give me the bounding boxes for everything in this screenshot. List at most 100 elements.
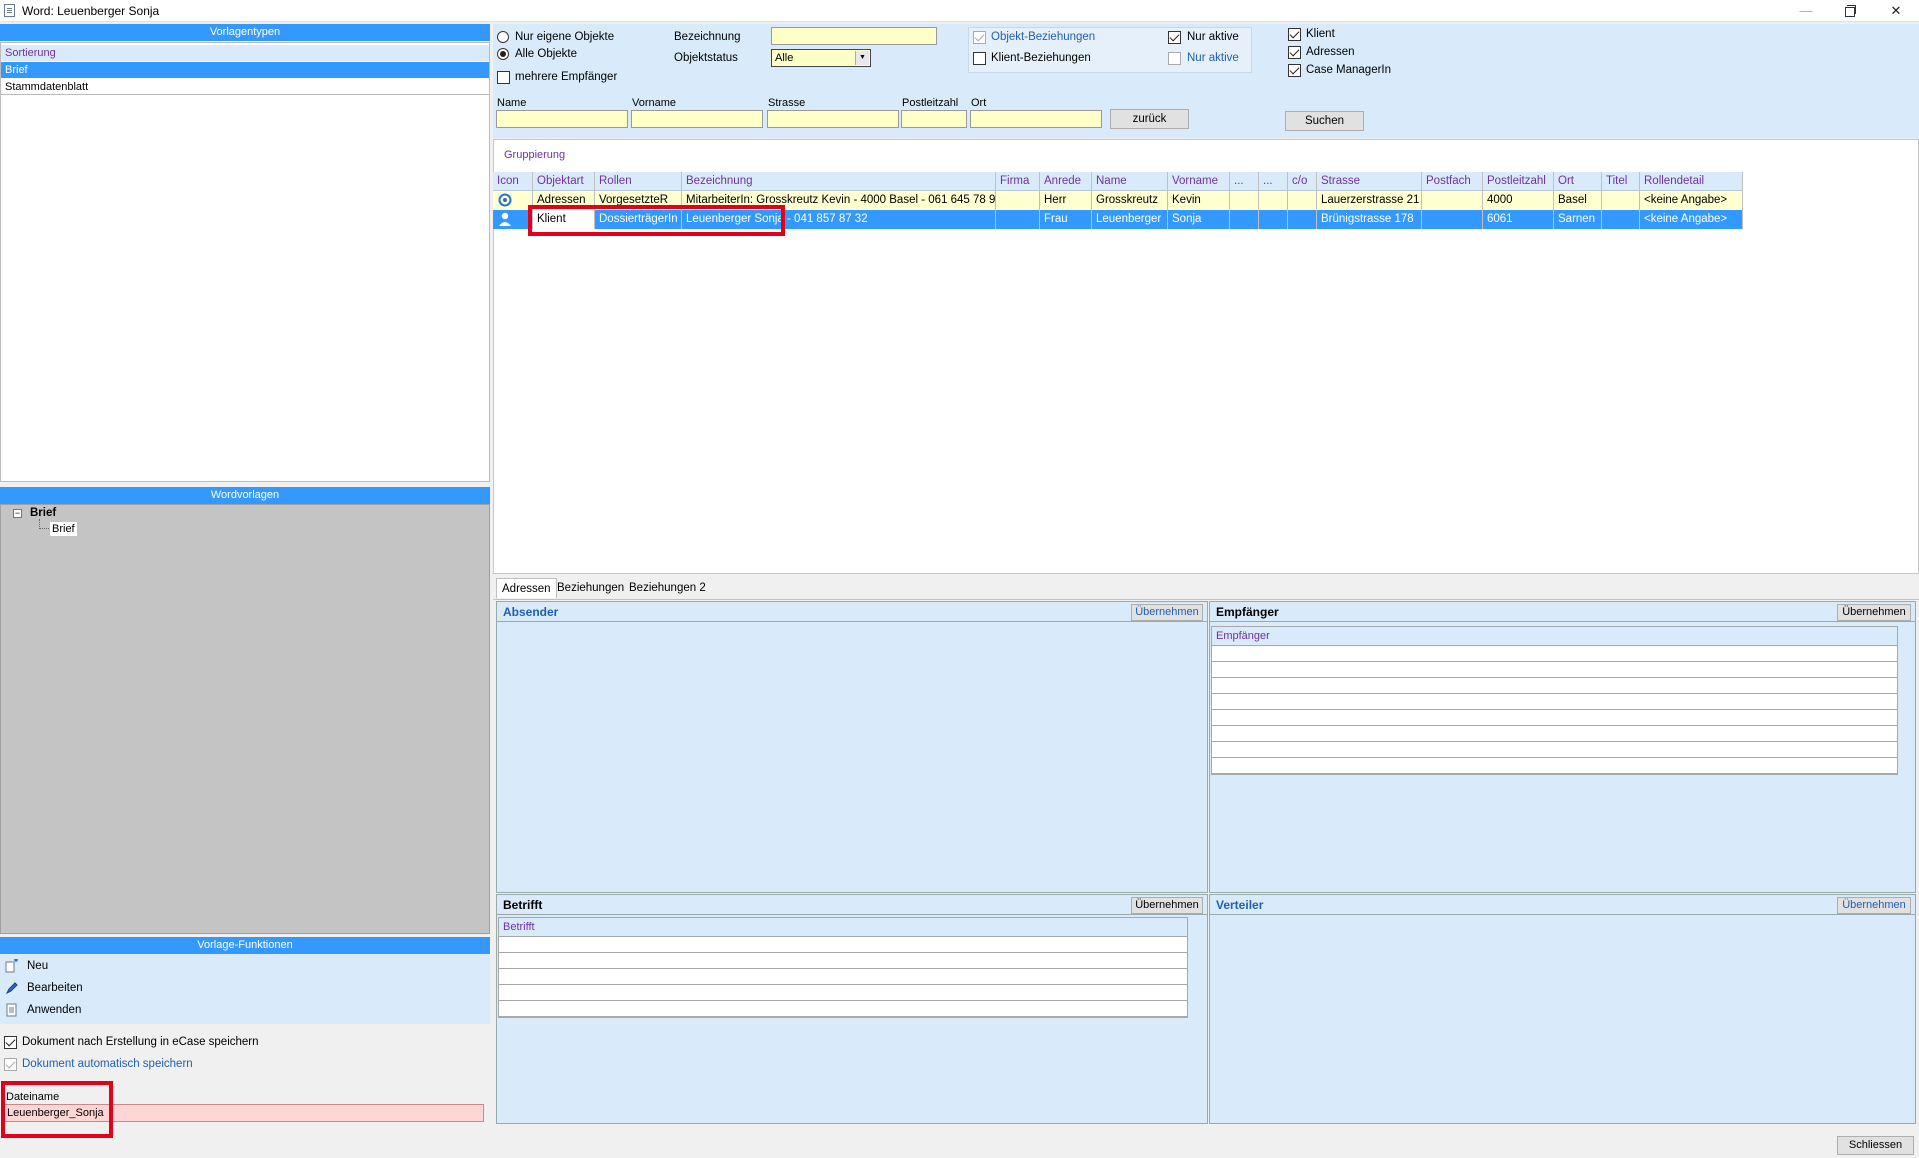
cell-name: Grosskreutz: [1092, 191, 1168, 210]
verteiler-uebernehmen-button[interactable]: Übernehmen: [1837, 897, 1911, 914]
col-anrede[interactable]: Anrede: [1040, 172, 1092, 190]
name-label: Name: [497, 97, 527, 109]
cell-dots-2: [1259, 191, 1288, 210]
mehrere-empfaenger-checkbox[interactable]: [497, 71, 510, 84]
verteiler-panel: Verteiler Übernehmen: [1209, 894, 1916, 1124]
betrifft-uebernehmen-button[interactable]: Übernehmen: [1131, 897, 1203, 914]
col-ort[interactable]: Ort: [1554, 172, 1602, 190]
tab-beziehungen-2[interactable]: Beziehungen 2: [624, 578, 711, 598]
col-firma[interactable]: Firma: [996, 172, 1040, 190]
list-item[interactable]: [1212, 758, 1897, 774]
col-objektart[interactable]: Objektart: [533, 172, 595, 190]
radio-nur-eigene-label: Nur eigene Objekte: [515, 31, 615, 43]
list-item[interactable]: [499, 985, 1187, 1001]
minimize-button[interactable]: —: [1783, 0, 1829, 22]
col-name[interactable]: Name: [1092, 172, 1168, 190]
list-item[interactable]: [1212, 678, 1897, 694]
list-item[interactable]: [1212, 742, 1897, 758]
strasse-input[interactable]: [767, 110, 899, 128]
col-dots-1[interactable]: ...: [1230, 172, 1259, 190]
empfaenger-column-header[interactable]: Empfänger: [1212, 627, 1897, 646]
klient-beziehungen-checkbox[interactable]: [973, 52, 986, 65]
tree-leaf-brief[interactable]: Brief: [50, 522, 77, 536]
col-rollen[interactable]: Rollen: [595, 172, 682, 190]
list-item[interactable]: [499, 953, 1187, 969]
list-item[interactable]: [1212, 662, 1897, 678]
vorname-input[interactable]: [631, 110, 763, 128]
name-input[interactable]: [496, 110, 628, 128]
empfaenger-grid: Empfänger: [1211, 626, 1898, 775]
auto-save-checkbox[interactable]: [4, 1058, 17, 1071]
schliessen-button[interactable]: Schliessen: [1837, 1136, 1914, 1155]
zurueck-button[interactable]: zurück: [1110, 109, 1189, 129]
col-postleitzahl[interactable]: Postleitzahl: [1483, 172, 1554, 190]
vorlagentyp-brief[interactable]: Brief: [1, 62, 489, 78]
save-ecase-checkbox[interactable]: [4, 1036, 17, 1049]
strasse-label: Strasse: [768, 97, 806, 109]
objekt-beziehungen-checkbox[interactable]: [973, 31, 986, 44]
betrifft-grid: Betrifft: [498, 917, 1188, 1018]
vorlage-funktionen-list: Neu Bearbeiten Anwenden: [0, 954, 490, 1024]
cell-anrede: Frau: [1040, 210, 1092, 229]
col-dots-2[interactable]: ...: [1259, 172, 1288, 190]
gruppierung-label[interactable]: Gruppierung: [504, 149, 565, 161]
col-icon[interactable]: Icon: [493, 172, 533, 190]
funktion-neu[interactable]: Neu: [27, 960, 48, 972]
cell-co: [1288, 210, 1317, 229]
list-item[interactable]: [1212, 726, 1897, 742]
list-item[interactable]: [499, 937, 1187, 953]
objektstatus-select[interactable]: Alle ▼: [771, 49, 871, 67]
empfaenger-uebernehmen-button[interactable]: Übernehmen: [1837, 604, 1911, 621]
list-item[interactable]: [499, 1001, 1187, 1017]
nur-aktive-1-checkbox[interactable]: [1168, 31, 1181, 44]
ort-input[interactable]: [970, 110, 1102, 128]
bezeichnung-input[interactable]: [771, 27, 937, 45]
tree-collapse-icon[interactable]: −: [13, 509, 22, 518]
tab-adressen[interactable]: Adressen: [496, 578, 557, 598]
cell-vorname: Kevin: [1168, 191, 1230, 210]
list-item[interactable]: [1212, 646, 1897, 662]
case-manager-checkbox[interactable]: [1288, 64, 1301, 77]
col-vorname[interactable]: Vorname: [1168, 172, 1230, 190]
cell-rollendetail: <keine Angabe>: [1640, 191, 1743, 210]
cell-postleitzahl: 6061: [1483, 210, 1554, 229]
vorlagentyp-sortierung[interactable]: Sortierung: [1, 45, 489, 61]
restore-button[interactable]: [1827, 0, 1873, 22]
tab-beziehungen[interactable]: Beziehungen: [552, 578, 629, 598]
plz-input[interactable]: [901, 110, 967, 128]
cell-rollendetail: <keine Angabe>: [1640, 210, 1743, 229]
col-titel[interactable]: Titel: [1602, 172, 1640, 190]
cell-co: [1288, 191, 1317, 210]
title-bar: Word: Leuenberger Sonja — ✕: [0, 0, 1919, 22]
tree-node-brief[interactable]: Brief: [30, 507, 56, 519]
suchen-button[interactable]: Suchen: [1285, 111, 1364, 131]
objekt-beziehungen-label: Objekt-Beziehungen: [991, 31, 1096, 43]
absender-panel: Absender Übernehmen: [496, 601, 1208, 893]
col-bezeichnung[interactable]: Bezeichnung: [682, 172, 996, 190]
vorname-label: Vorname: [632, 97, 677, 109]
adressen-checkbox[interactable]: [1288, 46, 1301, 59]
funktion-anwenden[interactable]: Anwenden: [27, 1004, 81, 1016]
close-button[interactable]: ✕: [1873, 0, 1919, 22]
col-postfach[interactable]: Postfach: [1422, 172, 1483, 190]
klient-checkbox[interactable]: [1288, 28, 1301, 41]
betrifft-title: Betrifft: [497, 895, 1207, 915]
plz-label: Postleitzahl: [902, 97, 959, 109]
radio-alle-objekte[interactable]: [497, 48, 509, 60]
list-item[interactable]: [499, 969, 1187, 985]
funktion-bearbeiten[interactable]: Bearbeiten: [27, 982, 83, 994]
mehrere-empfaenger-label: mehrere Empfänger: [515, 71, 618, 83]
new-icon: [5, 958, 19, 973]
col-rollendetail[interactable]: Rollendetail: [1640, 172, 1743, 190]
vorlagentyp-stammdatenblatt[interactable]: Stammdatenblatt: [1, 79, 489, 95]
absender-uebernehmen-button[interactable]: Übernehmen: [1131, 604, 1203, 621]
nur-aktive-2-checkbox[interactable]: [1168, 52, 1181, 65]
radio-nur-eigene[interactable]: [497, 31, 509, 43]
list-item[interactable]: [1212, 694, 1897, 710]
cell-ort: Basel: [1554, 191, 1602, 210]
list-item[interactable]: [1212, 710, 1897, 726]
col-strasse[interactable]: Strasse: [1317, 172, 1422, 190]
cell-dots-2: [1259, 210, 1288, 229]
betrifft-column-header[interactable]: Betrifft: [499, 918, 1187, 937]
col-co[interactable]: c/o: [1288, 172, 1317, 190]
